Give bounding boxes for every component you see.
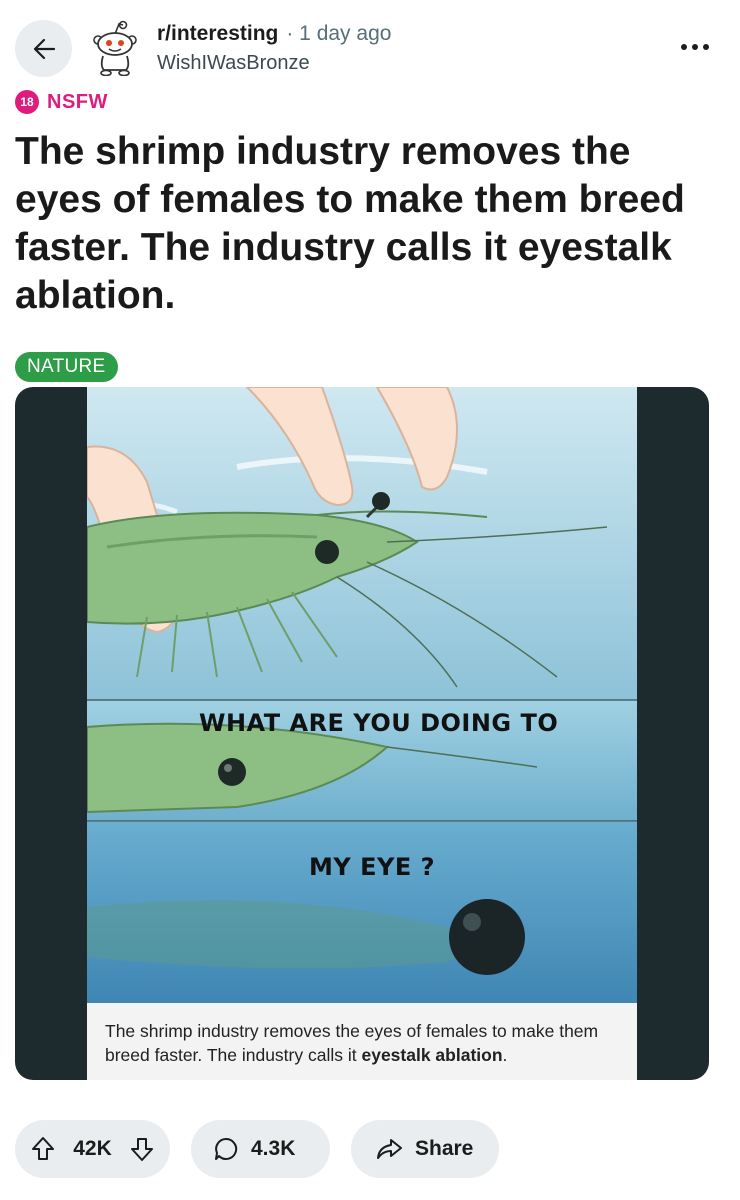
share-label: Share [415,1137,474,1160]
comic-speech-text-2: MY EYE ? [309,853,436,881]
caption-bold-term: eyestalk ablation [361,1045,503,1065]
back-button[interactable] [15,20,72,77]
comic-image: WHAT ARE YOU DOING TO MY EYE ? The shrim… [87,387,637,1080]
ellipsis-icon [680,43,710,51]
shrimp-illustration [87,387,637,1003]
more-options-button[interactable] [670,32,720,62]
post-actions: 42K 4.3K Share [15,1120,499,1178]
post-image[interactable]: WHAT ARE YOU DOING TO MY EYE ? The shrim… [15,387,709,1080]
post-flair[interactable]: NATURE [15,352,118,382]
image-caption: The shrimp industry removes the eyes of … [87,1003,637,1080]
post-header: r/interesting · 1 day ago WishIWasBronze [0,0,740,90]
arrow-up-icon[interactable] [31,1136,55,1162]
nsfw-label: NSFW [47,90,108,113]
author-username[interactable]: WishIWasBronze [157,52,310,75]
share-arrow-icon [375,1137,403,1161]
caption-period: . [502,1045,508,1065]
subreddit-line: r/interesting · 1 day ago [157,22,391,46]
speech-bubble-icon [213,1136,239,1162]
post-title[interactable]: The shrimp industry removes the eyes of … [15,128,720,320]
arrow-left-icon [31,36,57,62]
vote-control: 42K [15,1120,170,1178]
comment-count: 4.3K [251,1137,296,1160]
nsfw-badge-icon: 18 [15,90,39,114]
share-button[interactable]: Share [351,1120,499,1178]
post-time: · 1 day ago [286,22,392,45]
comments-button[interactable]: 4.3K [191,1120,330,1178]
subreddit-name[interactable]: r/interesting [157,22,278,46]
snoo-avatar-icon[interactable] [90,20,140,77]
caption-text: The shrimp industry removes the eyes of … [105,1021,599,1065]
vote-count: 42K [73,1137,112,1160]
arrow-down-icon[interactable] [130,1136,154,1162]
comic-speech-text-1: WHAT ARE YOU DOING TO [199,709,559,737]
nsfw-tag: 18 NSFW [15,90,108,114]
